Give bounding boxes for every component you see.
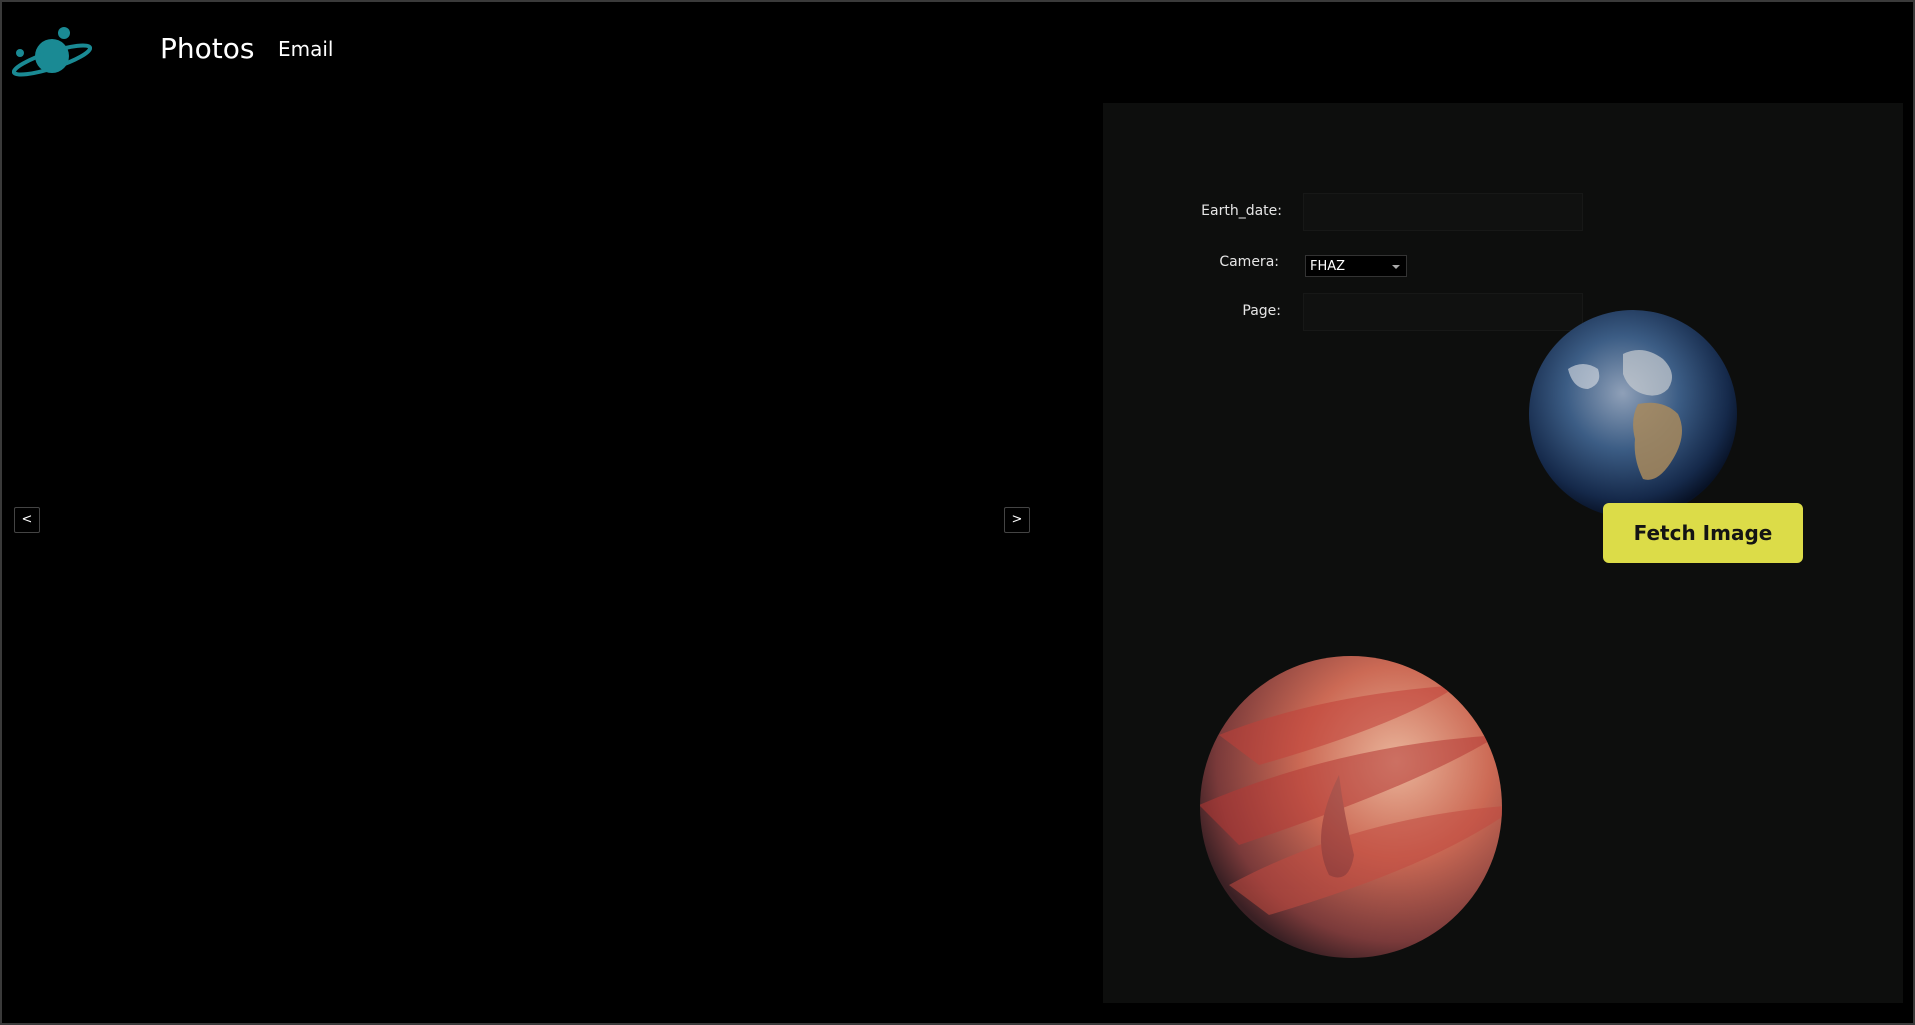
carousel-next-button[interactable]: >: [1004, 507, 1030, 533]
earth-globe-icon: [1528, 309, 1738, 523]
camera-select[interactable]: FHAZ: [1305, 255, 1407, 277]
camera-select-value: FHAZ: [1310, 259, 1346, 274]
page-label: Page:: [1242, 303, 1281, 319]
chevron-down-icon: [1392, 265, 1400, 269]
camera-label: Camera:: [1219, 254, 1279, 270]
carousel-prev-button[interactable]: <: [14, 507, 40, 533]
earth-date-input[interactable]: [1303, 193, 1583, 231]
nav-photos-link[interactable]: Photos: [160, 32, 254, 65]
saturn-logo-icon[interactable]: [11, 24, 93, 80]
photo-carousel: < >: [2, 102, 1102, 1002]
nav-email-link[interactable]: Email: [278, 37, 334, 61]
red-gas-planet-icon: [1199, 655, 1503, 963]
earth-date-label: Earth_date:: [1201, 203, 1282, 219]
fetch-image-button[interactable]: Fetch Image: [1603, 503, 1803, 563]
search-panel: Earth_date: Camera: FHAZ Page: Fetch Ima…: [1103, 103, 1903, 1003]
